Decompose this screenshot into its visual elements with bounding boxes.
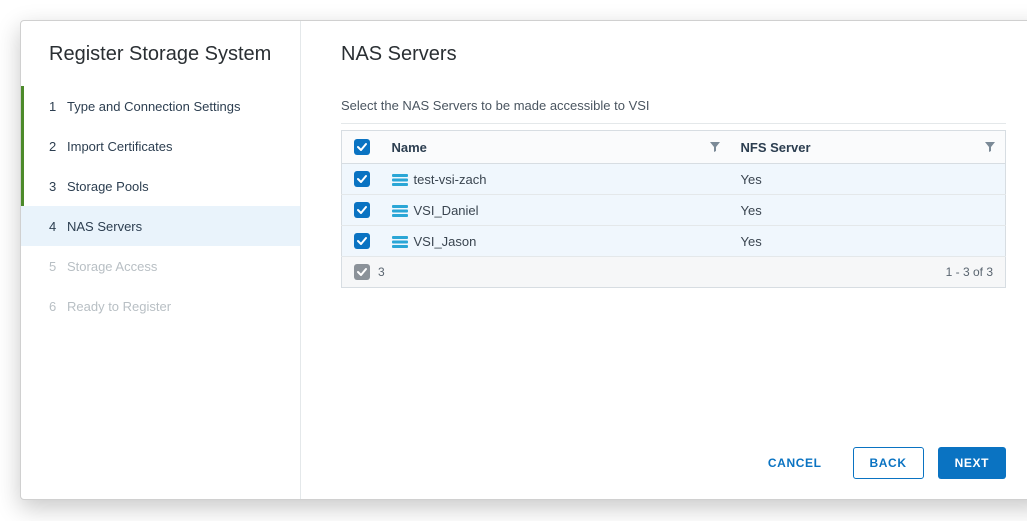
- checkbox-icon: [354, 139, 370, 155]
- table-footer: 3 1 - 3 of 3: [341, 257, 1006, 288]
- column-header-nfs[interactable]: NFS Server: [730, 131, 1005, 164]
- step-label: Ready to Register: [67, 299, 171, 314]
- nas-server-icon: [392, 174, 408, 186]
- wizard-steps: 1Type and Connection Settings2Import Cer…: [21, 86, 300, 326]
- column-header-name[interactable]: Name: [382, 131, 731, 164]
- cell-nfs: Yes: [730, 226, 1005, 257]
- header-select-all[interactable]: [342, 131, 382, 164]
- wizard-step-4[interactable]: 4NAS Servers: [21, 206, 300, 246]
- step-number: 1: [49, 99, 67, 114]
- filter-icon[interactable]: [710, 142, 720, 152]
- wizard-step-5: 5Storage Access: [21, 246, 300, 286]
- row-checkbox-cell[interactable]: [342, 195, 382, 226]
- nas-server-icon: [392, 236, 408, 248]
- page-title: NAS Servers: [341, 43, 1006, 66]
- cell-name-text: VSI_Daniel: [414, 203, 479, 218]
- table-row[interactable]: VSI_Daniel Yes: [342, 195, 1006, 226]
- table-row[interactable]: test-vsi-zach Yes: [342, 164, 1006, 195]
- wizard-footer-actions: CANCEL BACK NEXT: [341, 447, 1006, 479]
- filter-icon[interactable]: [985, 142, 995, 152]
- next-button[interactable]: NEXT: [938, 447, 1006, 479]
- wizard-main: NAS Servers Select the NAS Servers to be…: [301, 21, 1027, 499]
- cell-name-text: VSI_Jason: [414, 234, 477, 249]
- step-label: NAS Servers: [67, 219, 142, 234]
- checkbox-icon: [354, 233, 370, 249]
- checkbox-icon[interactable]: [354, 264, 370, 280]
- checkbox-icon: [354, 202, 370, 218]
- cancel-button[interactable]: CANCEL: [751, 447, 839, 479]
- wizard-dialog: Register Storage System 1Type and Connec…: [20, 20, 1027, 500]
- cell-name: test-vsi-zach: [382, 164, 731, 195]
- cell-nfs: Yes: [730, 195, 1005, 226]
- step-label: Storage Access: [67, 259, 157, 274]
- column-label-nfs: NFS Server: [740, 140, 810, 155]
- selected-count: 3: [378, 265, 385, 279]
- checkbox-icon: [354, 171, 370, 187]
- step-number: 6: [49, 299, 67, 314]
- divider: [341, 123, 1006, 124]
- wizard-step-3[interactable]: 3Storage Pools: [21, 166, 300, 206]
- column-label-name: Name: [392, 140, 427, 155]
- wizard-step-1[interactable]: 1Type and Connection Settings: [21, 86, 300, 126]
- step-number: 2: [49, 139, 67, 154]
- step-number: 5: [49, 259, 67, 274]
- row-checkbox-cell[interactable]: [342, 226, 382, 257]
- wizard-title: Register Storage System: [21, 43, 300, 86]
- nas-servers-table: Name NFS Server test-vsi-zachYesVSI_Dani…: [341, 130, 1006, 257]
- step-number: 4: [49, 219, 67, 234]
- wizard-step-6: 6Ready to Register: [21, 286, 300, 326]
- nas-server-icon: [392, 205, 408, 217]
- wizard-step-2[interactable]: 2Import Certificates: [21, 126, 300, 166]
- pagination-range: 1 - 3 of 3: [946, 265, 993, 279]
- cell-name-text: test-vsi-zach: [414, 172, 487, 187]
- cell-nfs: Yes: [730, 164, 1005, 195]
- table-body: test-vsi-zach Yes VSI_Daniel Yes VSI_Jason Ye…: [342, 164, 1006, 257]
- wizard-sidebar: Register Storage System 1Type and Connec…: [21, 21, 301, 499]
- row-checkbox-cell[interactable]: [342, 164, 382, 195]
- back-button[interactable]: BACK: [853, 447, 924, 479]
- cell-name: VSI_Jason: [382, 226, 731, 257]
- step-label: Storage Pools: [67, 179, 149, 194]
- step-label: Type and Connection Settings: [67, 99, 240, 114]
- step-number: 3: [49, 179, 67, 194]
- table-row[interactable]: VSI_Jason Yes: [342, 226, 1006, 257]
- cell-name: VSI_Daniel: [382, 195, 731, 226]
- step-label: Import Certificates: [67, 139, 172, 154]
- page-description: Select the NAS Servers to be made access…: [341, 98, 1006, 113]
